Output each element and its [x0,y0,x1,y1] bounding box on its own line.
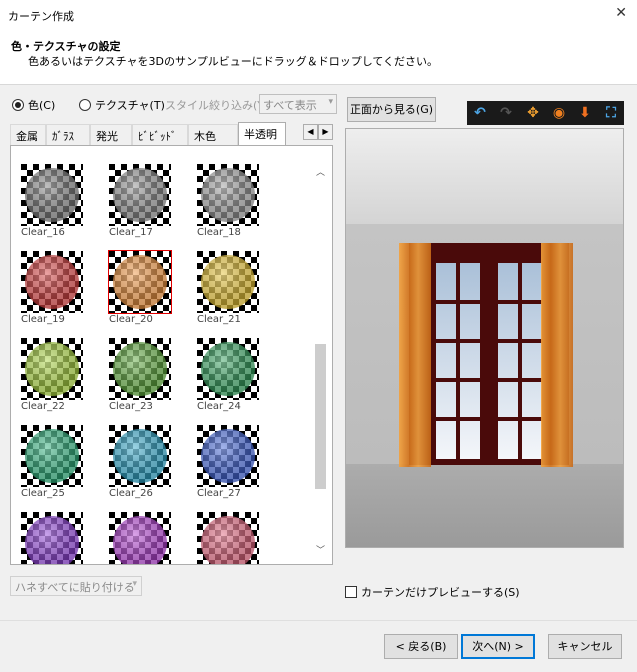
vertical-scrollbar[interactable]: ︿ ﹀ [313,166,328,558]
front-view-button[interactable]: 正面から見る(G) [347,97,436,122]
swatch-preview [109,164,171,226]
fit-view-icon[interactable]: ⛶ [601,103,621,123]
swatch-item[interactable]: Clear_16 [21,164,91,249]
style-filter-select[interactable]: すべて表示 ▾ [259,94,337,114]
swatch-item[interactable]: Clear_25 [21,425,91,510]
tab-translucent[interactable]: 半透明 [238,122,286,146]
style-filter-label: スタイル絞り込み(Y): [165,99,273,112]
undo-icon[interactable]: ↶ [470,103,490,123]
swatch-item[interactable]: Clear_17 [109,164,179,249]
checkbox-box[interactable] [345,586,357,598]
color-radio[interactable]: 色(C) [12,97,55,113]
swatch-preview [21,338,83,400]
swatch-label: Clear_23 [109,401,153,412]
chevron-down-icon: ▾ [328,97,333,107]
rotate-icon[interactable]: ◉ [549,103,569,123]
curtain-3d-preview[interactable] [345,128,624,548]
tab-glass[interactable]: ｶﾞﾗｽ [46,124,90,146]
back-button[interactable]: < 戻る(B) [384,634,458,659]
texture-radio[interactable]: テクスチャ(T) [79,97,165,113]
swatch-item[interactable] [21,512,91,564]
swatch-label: Clear_24 [197,401,241,412]
swatch-preview [197,251,259,313]
move-icon[interactable]: ✥ [523,103,543,123]
swatch-preview [197,512,259,564]
swatch-item[interactable]: Clear_19 [21,251,91,336]
swatch-item[interactable]: Clear_18 [197,164,267,249]
swatch-label: Clear_18 [197,227,241,238]
swatch-item[interactable] [109,512,179,564]
swatch-preview [197,338,259,400]
down-arrow-icon[interactable]: ⬇ [575,103,595,123]
preview-only-checkbox[interactable]: カーテンだけプレビューする(S) [345,584,520,600]
radio-dot [12,99,24,111]
swatch-label: Clear_27 [197,488,241,499]
swatch-item[interactable]: Clear_20 [108,250,179,336]
swatch-label: Clear_26 [109,488,153,499]
paste-all-select[interactable]: ハネすべてに貼り付ける ▾ [10,576,142,596]
scroll-down-icon[interactable]: ﹀ [313,544,328,558]
selection-frame [108,250,172,314]
tab-glow[interactable]: 発光 [90,124,132,146]
next-button[interactable]: 次へ(N) > [461,634,535,659]
swatch-item[interactable]: Clear_27 [197,425,267,510]
swatch-panel: Clear_16 Clear_17 Clear_18 Clear_19 Clear_20… [10,145,333,565]
tab-metal[interactable]: 金属 [10,124,46,146]
radio-dot [79,99,91,111]
preview-scene [346,129,623,547]
step-description: 色あるいはテクスチャを3Dのサンプルビューにドラッグ＆ドロップしてください。 [28,55,439,68]
tab-vivid[interactable]: ﾋﾞﾋﾞｯﾄﾞ [132,124,188,146]
scroll-up-icon[interactable]: ︿ [313,166,328,180]
swatch-preview [21,425,83,487]
swatch-preview [197,425,259,487]
swatch-label: Clear_19 [21,314,65,325]
swatch-item[interactable]: Clear_22 [21,338,91,423]
swatch-item[interactable]: Clear_23 [109,338,179,423]
wizard-header: 色・テクスチャの設定 色あるいはテクスチャを3Dのサンプルビューにドラッグ＆ドロ… [0,30,637,85]
step-title: 色・テクスチャの設定 [11,40,121,53]
swatch-label: Clear_25 [21,488,65,499]
scroll-thumb[interactable] [315,344,326,489]
view-toolbar: ↶ ↷ ✥ ◉ ⬇ ⛶ [467,101,624,125]
swatch-preview [21,512,83,564]
tab-scroll-right-icon[interactable]: ▶ [318,124,333,140]
swatch-label: Clear_20 [109,314,153,325]
color-radio-label: 色(C) [28,99,56,112]
preview-only-label: カーテンだけプレビューする(S) [361,586,520,599]
tab-wood[interactable]: 木色 [188,124,238,146]
close-icon[interactable]: ✕ [615,5,627,21]
texture-radio-label: テクスチャ(T) [95,99,165,112]
swatch-label: Clear_16 [21,227,65,238]
swatch-preview [109,512,171,564]
style-filter-value: すべて表示 [263,99,317,112]
chevron-down-icon: ▾ [132,579,137,589]
swatch-item[interactable]: Clear_26 [109,425,179,510]
swatch-label: Clear_22 [21,401,65,412]
swatch-preview [21,164,83,226]
window-title: カーテン作成 [8,10,74,23]
swatch-preview [197,164,259,226]
paste-all-label: ハネすべてに貼り付ける [15,581,135,594]
swatch-item[interactable] [197,512,267,564]
swatch-label: Clear_17 [109,227,153,238]
swatch-item[interactable]: Clear_24 [197,338,267,423]
cancel-button[interactable]: キャンセル [548,634,622,659]
swatch-grid: Clear_16 Clear_17 Clear_18 Clear_19 Clear_20… [21,164,309,564]
wizard-footer [0,620,637,672]
swatch-preview [109,338,171,400]
swatch-preview [109,425,171,487]
title-bar: カーテン作成 ✕ [0,0,637,30]
redo-icon[interactable]: ↷ [496,103,516,123]
swatch-item[interactable]: Clear_21 [197,251,267,336]
tab-scroll-left-icon[interactable]: ◀ [303,124,318,140]
swatch-label: Clear_21 [197,314,241,325]
swatch-preview [21,251,83,313]
